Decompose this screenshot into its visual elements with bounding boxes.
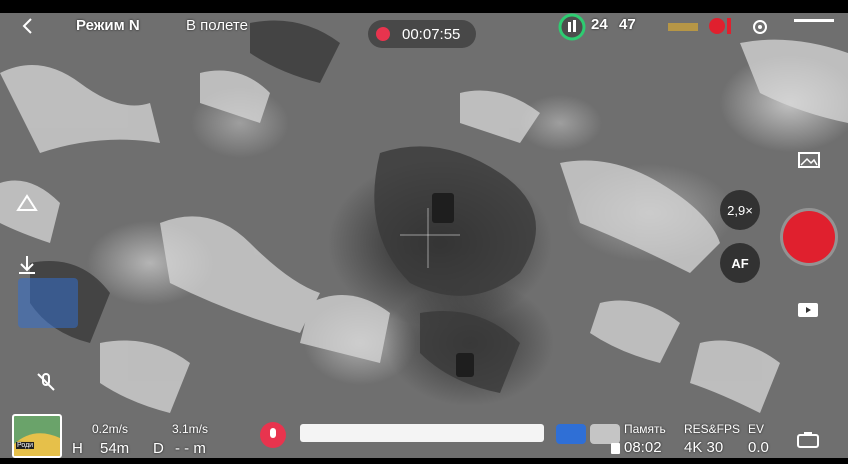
zoom-button[interactable]: 2,9× xyxy=(720,190,760,230)
memory-value: 08:02 xyxy=(624,439,662,456)
aerial-video-feed xyxy=(0,13,848,458)
flight-status: В полете xyxy=(186,17,248,34)
photo-mode-icon[interactable] xyxy=(797,150,821,170)
menu-icon[interactable] xyxy=(790,15,840,35)
map-overlay-tile[interactable] xyxy=(18,278,78,328)
record-button[interactable] xyxy=(783,211,835,263)
bottom-telemetry-bar: Роди 0.2m/s 3.1m/s H 54m D - - m Память … xyxy=(0,410,848,458)
terrain-texture xyxy=(0,20,848,413)
flight-mode[interactable]: Режим N xyxy=(76,17,140,34)
mute-icon[interactable] xyxy=(34,370,58,394)
height-label: H xyxy=(72,440,83,457)
res-fps-value: 4K 30 xyxy=(684,439,724,456)
storage-icon xyxy=(611,443,620,454)
distance-label: D xyxy=(153,440,164,457)
more-button[interactable] xyxy=(590,424,620,444)
drone-camera-view: Режим N В полете 24 47 00:07:55 2,9× AF … xyxy=(0,0,848,464)
ev-label: EV xyxy=(748,422,765,436)
height-value: 54m xyxy=(100,440,130,457)
zoom-value: 2,9× xyxy=(727,202,753,218)
distance-value: - - m xyxy=(175,440,206,457)
signal-icon xyxy=(558,13,586,41)
satellite-icon xyxy=(668,19,698,35)
minimap-label: Роди xyxy=(16,442,35,449)
res-fps-label: RES&FPS xyxy=(684,422,741,436)
horizontal-speed: 0.2m/s xyxy=(92,422,129,436)
vertical-speed: 3.1m/s xyxy=(172,422,209,436)
ev-value: 0.0 xyxy=(748,439,769,456)
mic-button[interactable] xyxy=(260,422,286,448)
autofocus-label: AF xyxy=(731,255,749,271)
signal-value-2: 47 xyxy=(619,16,636,33)
landing-icon[interactable] xyxy=(14,252,40,278)
minimap[interactable]: Роди xyxy=(12,414,62,458)
send-button[interactable] xyxy=(556,424,586,444)
chevron-left-icon[interactable] xyxy=(18,16,38,36)
memory-label: Память xyxy=(624,422,666,436)
playback-icon[interactable] xyxy=(796,300,820,320)
record-status-icon xyxy=(708,15,734,37)
signal-value: 24 xyxy=(591,16,608,33)
recording-timer: 00:07:55 xyxy=(368,20,476,48)
autofocus-button[interactable]: AF xyxy=(720,243,760,283)
record-dot-icon xyxy=(376,27,390,41)
obstacle-icon[interactable] xyxy=(14,190,40,216)
camera-settings-icon[interactable] xyxy=(796,430,820,450)
vehicle-target xyxy=(432,193,454,223)
settings-icon[interactable] xyxy=(748,15,772,39)
message-input[interactable] xyxy=(300,424,544,442)
recording-time: 00:07:55 xyxy=(402,26,461,43)
